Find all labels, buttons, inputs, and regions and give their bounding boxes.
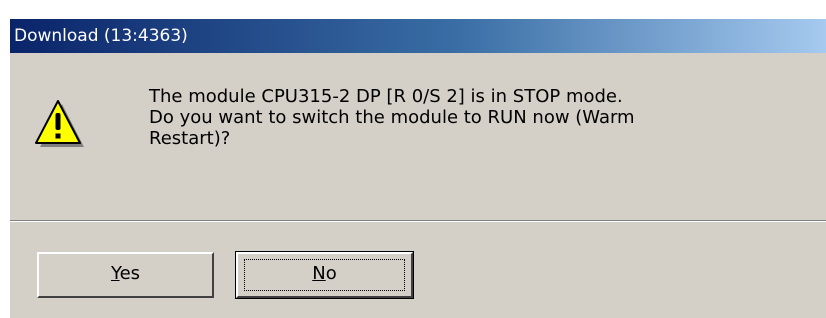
yes-button-label: Yes xyxy=(39,262,212,286)
confirmation-dialog: Download (13:4363) The module CPU315-2 D… xyxy=(9,18,826,318)
dialog-message: The module CPU315-2 DP [R 0/S 2] is in S… xyxy=(149,86,769,149)
window-title: Download (13:4363) xyxy=(14,26,188,46)
no-label-rest: o xyxy=(325,263,337,284)
message-line: The module CPU315-2 DP [R 0/S 2] is in S… xyxy=(149,86,623,107)
warning-icon xyxy=(35,100,84,147)
message-line: Restart)? xyxy=(149,128,231,149)
no-button-label: No xyxy=(238,262,411,286)
separator xyxy=(10,220,826,222)
no-button[interactable]: No xyxy=(235,251,414,299)
title-bar[interactable]: Download (13:4363) xyxy=(10,19,826,53)
message-line: Do you want to switch the module to RUN … xyxy=(149,107,635,128)
yes-button[interactable]: Yes xyxy=(37,252,214,298)
yes-accelerator: Y xyxy=(110,263,120,284)
yes-label-rest: es xyxy=(119,263,141,284)
no-accelerator: N xyxy=(312,263,326,284)
